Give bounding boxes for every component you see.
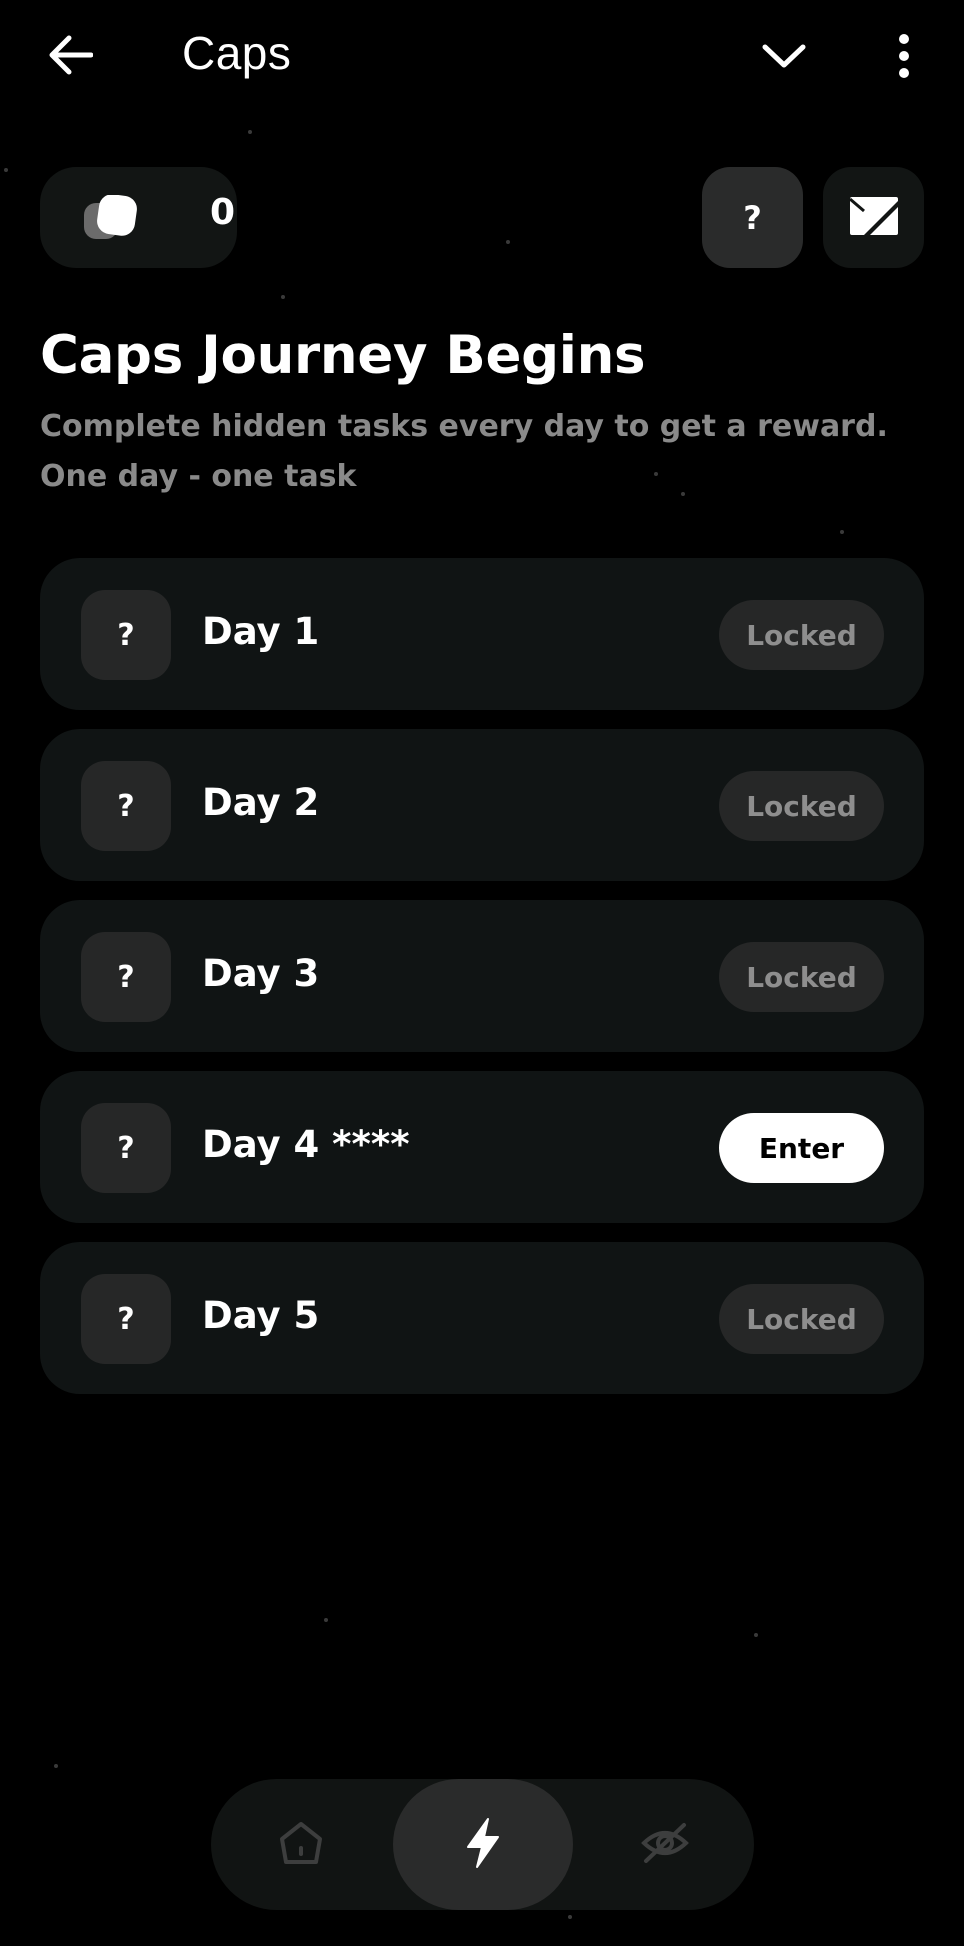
nav-home[interactable] [211, 1779, 391, 1910]
day-label: Day 4 **** [202, 1123, 410, 1166]
mystery-badge: ? [81, 932, 171, 1022]
chevron-down-icon [762, 43, 806, 73]
nav-tasks[interactable] [393, 1779, 573, 1910]
caps-balance[interactable]: 0 [40, 167, 237, 268]
day-card-4[interactable]: ? Day 4 **** Enter [40, 1071, 924, 1223]
eye-off-icon [640, 1821, 690, 1869]
more-vertical-icon [898, 34, 910, 82]
mystery-badge: ? [81, 1274, 171, 1364]
lightning-icon [464, 1817, 502, 1873]
star-dot [54, 1764, 58, 1768]
page-subtitle: Complete hidden tasks every day to get a… [40, 409, 888, 494]
more-options-button[interactable] [876, 30, 932, 86]
star-dot [281, 295, 285, 299]
star-dot [324, 1618, 328, 1622]
mystery-badge: ? [81, 1103, 171, 1193]
locked-badge: Locked [719, 771, 884, 841]
day-card-5: ? Day 5 Locked [40, 1242, 924, 1394]
media-icon [848, 195, 900, 241]
day-label: Day 3 [202, 952, 320, 995]
bottom-nav [211, 1779, 754, 1910]
mystery-badge: ? [81, 590, 171, 680]
day-card-3: ? Day 3 Locked [40, 900, 924, 1052]
enter-button[interactable]: Enter [719, 1113, 884, 1183]
nav-hidden[interactable] [575, 1779, 754, 1910]
day-label: Day 5 [202, 1294, 320, 1337]
app-title: Caps [182, 27, 292, 79]
star-dot [568, 1915, 572, 1919]
day-card-2: ? Day 2 Locked [40, 729, 924, 881]
star-dot [248, 130, 252, 134]
back-button[interactable] [40, 30, 100, 84]
locked-badge: Locked [719, 600, 884, 670]
star-dot [840, 530, 844, 534]
star-dot [754, 1633, 758, 1637]
app-bar: Caps [0, 0, 964, 112]
dropdown-button[interactable] [750, 30, 818, 86]
caps-count: 0 [210, 192, 236, 233]
locked-badge: Locked [719, 942, 884, 1012]
day-card-1: ? Day 1 Locked [40, 558, 924, 710]
star-dot [506, 240, 510, 244]
star-dot [4, 168, 8, 172]
caps-icon [84, 194, 138, 241]
home-icon [278, 1820, 324, 1870]
mystery-badge: ? [81, 761, 171, 851]
page-title: Caps Journey Begins [40, 325, 646, 386]
day-label: Day 1 [202, 610, 320, 653]
locked-badge: Locked [719, 1284, 884, 1354]
arrow-left-icon [47, 35, 94, 79]
day-label: Day 2 [202, 781, 320, 824]
help-button[interactable]: ? [702, 167, 803, 268]
day-list: ? Day 1 Locked ? Day 2 Locked ? Day 3 Lo… [40, 558, 924, 1413]
media-button[interactable] [823, 167, 924, 268]
